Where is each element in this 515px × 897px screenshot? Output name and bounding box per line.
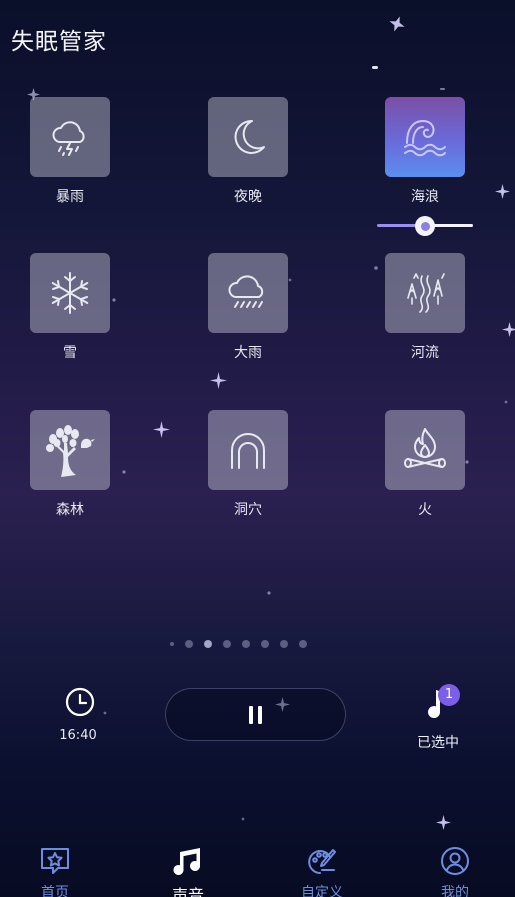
campfire-icon	[404, 428, 446, 468]
sound-tile-fire[interactable]: 火	[385, 410, 465, 519]
river-icon	[407, 273, 445, 313]
page-dot[interactable]	[223, 640, 231, 648]
selected-count-badge: 1	[438, 684, 460, 706]
sound-tile-snow[interactable]: 雪	[30, 253, 110, 362]
tab-label: 自定义	[301, 885, 343, 897]
home-star-icon	[41, 848, 69, 874]
tab-sounds[interactable]: 声音	[153, 846, 223, 897]
sound-tile-storm[interactable]: 暴雨	[30, 97, 110, 206]
pause-icon	[248, 705, 262, 724]
sound-tile-cave[interactable]: 洞穴	[208, 410, 288, 519]
music-notes-icon	[173, 848, 200, 875]
page-dot[interactable]	[261, 640, 269, 648]
selected-sounds-button[interactable]: 1 已选中	[408, 684, 468, 752]
sound-tile-waves[interactable]: 海浪	[385, 97, 465, 206]
moon-icon	[234, 119, 265, 154]
tab-custom[interactable]: 自定义	[287, 846, 357, 897]
sound-tile-forest[interactable]: 森林	[30, 410, 110, 519]
page-dot	[170, 642, 174, 646]
sound-label: 森林	[56, 502, 84, 518]
sound-tile-river[interactable]: 河流	[385, 253, 465, 362]
sound-label: 雪	[63, 345, 77, 361]
app-title: 失眠管家	[11, 29, 107, 55]
sound-label: 大雨	[234, 345, 262, 361]
page-dot-active[interactable]	[204, 640, 212, 648]
cave-icon	[231, 433, 265, 469]
page-dot[interactable]	[299, 640, 307, 648]
tab-home[interactable]: 首页	[20, 846, 90, 897]
volume-slider[interactable]	[377, 216, 473, 236]
wave-icon	[404, 120, 446, 157]
sound-label: 夜晚	[234, 189, 262, 205]
user-icon	[441, 847, 469, 875]
tree-icon	[46, 425, 95, 477]
tab-profile[interactable]: 我的	[420, 846, 490, 897]
snowflake-icon	[51, 272, 89, 314]
volume-slider-thumb[interactable]	[415, 216, 435, 236]
sound-label: 火	[418, 502, 432, 518]
sound-label: 洞穴	[234, 502, 262, 518]
tab-label: 声音	[171, 886, 204, 897]
bottom-tab-bar: 首页 声音 自定义 我的	[0, 840, 515, 897]
pause-button[interactable]	[165, 688, 346, 741]
page-dot[interactable]	[185, 640, 193, 648]
tab-label: 我的	[441, 885, 469, 897]
sleep-timer[interactable]: 16:40	[58, 686, 98, 743]
storm-cloud-icon	[52, 121, 85, 156]
palette-brush-icon	[308, 849, 336, 874]
selected-label: 已选中	[417, 735, 459, 751]
page-indicator	[170, 640, 307, 648]
timer-label: 16:40	[59, 728, 97, 743]
sound-tile-heavy-rain[interactable]: 大雨	[208, 253, 288, 362]
sound-label: 暴雨	[56, 189, 84, 205]
rain-cloud-icon	[228, 275, 264, 308]
sound-label: 海浪	[411, 189, 439, 205]
sound-tile-night[interactable]: 夜晚	[208, 97, 288, 206]
sound-label: 河流	[411, 345, 439, 361]
page-dot[interactable]	[280, 640, 288, 648]
clock-icon	[65, 687, 95, 717]
page-dot[interactable]	[242, 640, 250, 648]
tab-label: 首页	[41, 885, 69, 897]
